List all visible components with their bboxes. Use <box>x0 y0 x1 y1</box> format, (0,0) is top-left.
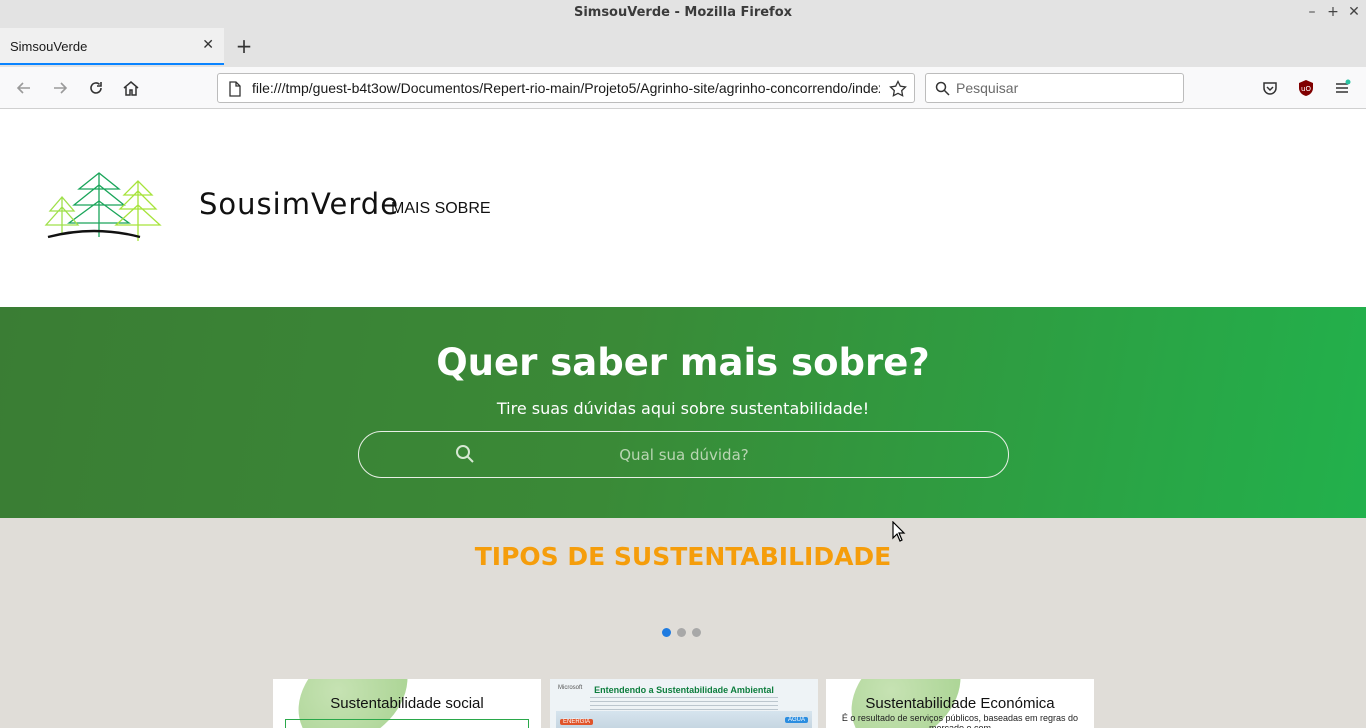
minimize-icon[interactable]: – <box>1303 3 1321 21</box>
carousel-dot[interactable] <box>692 628 701 637</box>
pocket-icon[interactable] <box>1259 77 1281 99</box>
ublock-origin-icon[interactable]: uO <box>1295 77 1317 99</box>
hero-banner: Quer saber mais sobre? Tire suas dúvidas… <box>0 307 1366 518</box>
card-description: É o resultado de serviços públicos, base… <box>841 713 1079 728</box>
question-search-box[interactable] <box>358 431 1009 478</box>
menu-icon[interactable] <box>1331 77 1353 99</box>
hero-title: Quer saber mais sobre? <box>436 341 930 384</box>
url-text[interactable]: file:///tmp/guest-b4t3ow/Documentos/Repe… <box>252 80 880 96</box>
brand-name[interactable]: SousimVerde <box>199 187 399 221</box>
maximize-icon[interactable]: + <box>1324 3 1342 21</box>
card-title: Entendendo a Sustentabilidade Ambiental <box>594 685 774 695</box>
tab-label: SimsouVerde <box>10 39 88 54</box>
sustainability-types-section: TIPOS DE SUSTENTABILIDADE Sustentabilida… <box>0 518 1366 728</box>
energy-tag: ENERGIA <box>560 719 594 725</box>
card-content-box <box>285 719 529 728</box>
card-sustentabilidade-social[interactable]: Sustentabilidade social <box>273 679 541 728</box>
forward-icon[interactable] <box>49 77 71 99</box>
poster-illustration <box>556 711 812 728</box>
browser-search-bar[interactable] <box>925 73 1184 103</box>
poster-text-lines <box>590 697 778 711</box>
home-icon[interactable] <box>120 77 142 99</box>
page-content: SousimVerde MAIS SOBRE Quer saber mais s… <box>0 109 1366 728</box>
tab-strip: SimsouVerde ✕ + <box>0 26 1366 67</box>
search-icon <box>935 81 950 96</box>
navigation-toolbar: file:///tmp/guest-b4t3ow/Documentos/Repe… <box>0 67 1366 109</box>
window-titlebar: SimsouVerde - Mozilla Firefox – + ✕ <box>0 0 1366 26</box>
hero-subtitle: Tire suas dúvidas aqui sobre sustentabil… <box>496 399 870 418</box>
carousel-dot[interactable] <box>677 628 686 637</box>
browser-search-input[interactable] <box>956 78 1176 98</box>
url-bar[interactable]: file:///tmp/guest-b4t3ow/Documentos/Repe… <box>217 73 915 103</box>
site-header: SousimVerde MAIS SOBRE <box>0 109 1366 307</box>
tab-simsouverde[interactable]: SimsouVerde ✕ <box>0 28 224 65</box>
pine-trees-logo-icon[interactable] <box>44 171 168 245</box>
bookmark-star-icon[interactable] <box>889 80 907 98</box>
card-title: Sustentabilidade social <box>330 695 484 712</box>
section-title: TIPOS DE SUSTENTABILIDADE <box>474 542 892 571</box>
carousel-dot[interactable] <box>662 628 671 637</box>
reload-icon[interactable] <box>85 77 107 99</box>
close-tab-icon[interactable]: ✕ <box>202 37 214 53</box>
carousel-indicators <box>662 628 701 638</box>
search-icon <box>456 445 474 463</box>
svg-text:uO: uO <box>1301 85 1311 93</box>
mouse-cursor-icon <box>892 521 906 542</box>
question-search-input[interactable] <box>499 443 869 467</box>
nav-link-mais-sobre[interactable]: MAIS SOBRE <box>391 200 491 218</box>
close-window-icon[interactable]: ✕ <box>1345 3 1363 21</box>
new-tab-icon[interactable]: + <box>234 35 254 57</box>
water-tag: ÁGUA <box>784 717 808 723</box>
card-title: Sustentabilidade Económica <box>865 695 1055 712</box>
window-title: SimsouVerde - Mozilla Firefox <box>573 5 793 20</box>
page-info-icon[interactable] <box>228 81 242 97</box>
card-sustentabilidade-ambiental[interactable]: Microsoft Entendendo a Sustentabilidade … <box>550 679 818 728</box>
back-icon[interactable] <box>13 77 35 99</box>
card-sustentabilidade-economica[interactable]: Sustentabilidade Económica É o resultado… <box>826 679 1094 728</box>
